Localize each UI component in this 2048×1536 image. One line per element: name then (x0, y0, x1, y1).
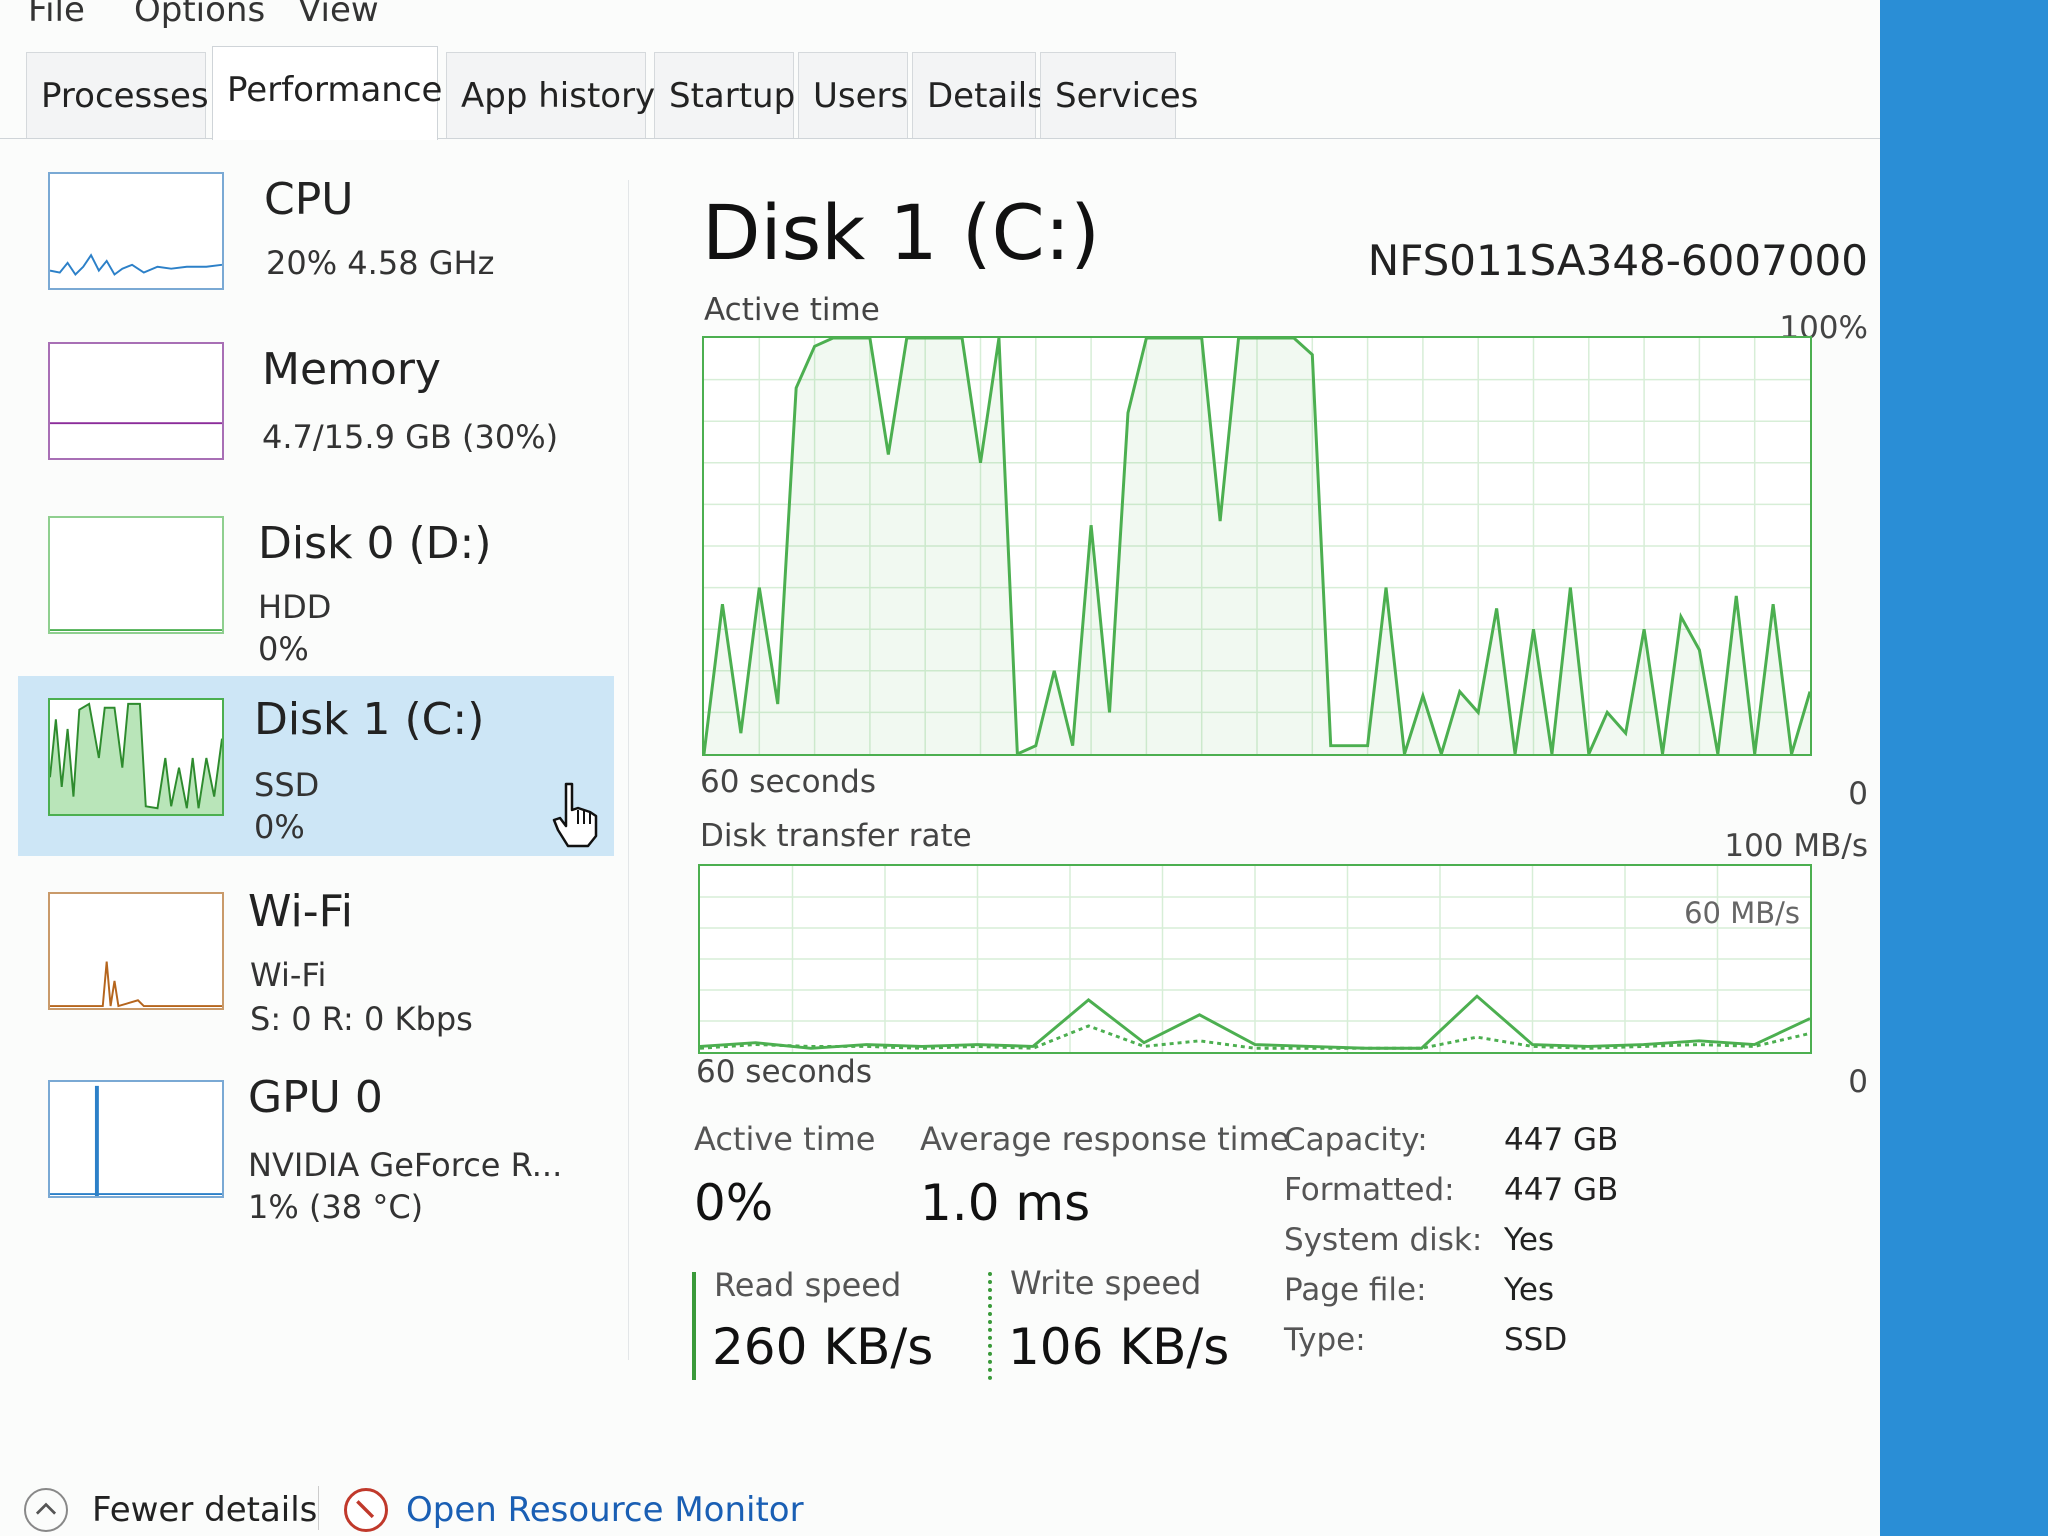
write-speed-label: Write speed (1010, 1264, 1202, 1302)
sidebar-item-subtitle: NVIDIA GeForce R... (248, 1146, 563, 1184)
transfer-rate-graph: 60 MB/s (698, 864, 1812, 1054)
sidebar-item-title: CPU (264, 174, 354, 225)
sidebar-item-usage: 1% (38 °C) (248, 1188, 424, 1226)
sidebar-item-title: Disk 0 (D:) (258, 518, 492, 569)
tab-details[interactable]: Details (912, 52, 1045, 138)
performance-sidebar: CPU 20% 4.58 GHz Memory 4.7/15.9 GB (30%… (0, 140, 620, 1440)
sidebar-item-title: GPU 0 (248, 1072, 383, 1123)
sidebar-item-usage: 0% (254, 808, 305, 846)
sidebar-item-title: Memory (262, 344, 441, 395)
transfer-rate-graph-label: Disk transfer rate (700, 818, 972, 854)
fewer-details-button[interactable]: Fewer details (92, 1490, 317, 1530)
sidebar-item-subtitle: Wi-Fi (250, 956, 327, 994)
disk1-thumbnail-graph (48, 698, 224, 816)
task-manager-window: File Options View Processes Performance … (0, 0, 1880, 1536)
page-title: Disk 1 (C:) (702, 188, 1100, 277)
wifi-thumbnail-graph (48, 892, 224, 1010)
sidebar-item-wifi[interactable]: Wi-Fi Wi-Fi S: 0 R: 0 Kbps (18, 866, 614, 1046)
avg-response-value: 1.0 ms (920, 1174, 1091, 1232)
transfer-rate-scale-label: 60 MB/s (1684, 896, 1800, 930)
sidebar-item-title: Wi-Fi (248, 886, 353, 937)
tab-users[interactable]: Users (798, 52, 908, 138)
sidebar-item-subtitle: 20% 4.58 GHz (266, 244, 495, 282)
tab-performance[interactable]: Performance (212, 46, 442, 140)
formatted-value: 447 GB (1504, 1172, 1619, 1208)
tab-services[interactable]: Services (1040, 52, 1198, 138)
transfer-rate-min-label: 0 (1848, 1064, 1868, 1100)
write-speed-legend-bar (988, 1272, 992, 1380)
disk0-thumbnail-graph (48, 516, 224, 634)
page-file-value: Yes (1504, 1272, 1555, 1308)
read-speed-legend-bar (692, 1272, 696, 1380)
tab-app-history[interactable]: App history (446, 52, 655, 138)
active-time-graph-label: Active time (704, 292, 880, 328)
menu-view[interactable]: View (298, 0, 379, 30)
system-disk-value: Yes (1504, 1222, 1555, 1258)
formatted-label: Formatted: (1284, 1172, 1455, 1208)
tab-strip: Processes Performance App history Startu… (0, 46, 1880, 140)
resource-monitor-icon (344, 1488, 388, 1532)
transfer-rate-max-label: 100 MB/s (1724, 828, 1868, 864)
active-time-duration-label: 60 seconds (700, 764, 877, 800)
sidebar-item-usage: S: 0 R: 0 Kbps (250, 1000, 473, 1038)
footer-bar: Fewer details Open Resource Monitor (0, 1476, 1880, 1536)
active-time-graph (702, 336, 1812, 756)
read-speed-label: Read speed (714, 1266, 902, 1304)
system-disk-label: System disk: (1284, 1222, 1483, 1258)
sidebar-item-memory[interactable]: Memory 4.7/15.9 GB (30%) (18, 332, 614, 512)
open-resource-monitor-link[interactable]: Open Resource Monitor (406, 1490, 804, 1530)
sidebar-item-cpu[interactable]: CPU 20% 4.58 GHz (18, 160, 614, 340)
active-time-stat-value: 0% (694, 1174, 774, 1232)
write-speed-value: 106 KB/s (1008, 1318, 1230, 1376)
sidebar-item-subtitle: HDD (258, 588, 332, 626)
sidebar-item-subtitle: SSD (254, 766, 320, 804)
read-speed-value: 260 KB/s (712, 1318, 934, 1376)
sidebar-item-usage: 0% (258, 630, 309, 668)
menu-file[interactable]: File (28, 0, 85, 30)
disk-detail-panel: Disk 1 (C:) NFS011SA348-6007000 Active t… (680, 150, 1868, 1450)
sidebar-item-disk1[interactable]: Disk 1 (C:) SSD 0% (18, 676, 614, 856)
tab-startup[interactable]: Startup (654, 52, 795, 138)
disk-model: NFS011SA348-6007000 (1367, 236, 1868, 285)
menu-options[interactable]: Options (134, 0, 265, 30)
avg-response-label: Average response time (920, 1120, 1290, 1158)
transfer-rate-duration-label: 60 seconds (696, 1054, 873, 1090)
active-time-min-label: 0 (1848, 776, 1868, 812)
chevron-up-icon[interactable] (24, 1488, 68, 1532)
sidebar-item-gpu[interactable]: GPU 0 NVIDIA GeForce R... 1% (38 °C) (18, 1054, 614, 1234)
capacity-label: Capacity: (1284, 1122, 1428, 1158)
menu-bar: File Options View (0, 0, 1880, 40)
tab-processes[interactable]: Processes (26, 52, 209, 138)
memory-thumbnail-graph (48, 342, 224, 460)
hand-cursor-icon (552, 782, 598, 848)
type-label: Type: (1284, 1322, 1366, 1358)
sidebar-item-title: Disk 1 (C:) (254, 694, 485, 745)
type-value: SSD (1504, 1322, 1568, 1358)
active-time-stat-label: Active time (694, 1120, 876, 1158)
sidebar-item-subtitle: 4.7/15.9 GB (30%) (262, 418, 559, 456)
gpu-thumbnail-graph (48, 1080, 224, 1198)
sidebar-item-disk0[interactable]: Disk 0 (D:) HDD 0% (18, 504, 614, 684)
cpu-thumbnail-graph (48, 172, 224, 290)
capacity-value: 447 GB (1504, 1122, 1619, 1158)
page-file-label: Page file: (1284, 1272, 1427, 1308)
